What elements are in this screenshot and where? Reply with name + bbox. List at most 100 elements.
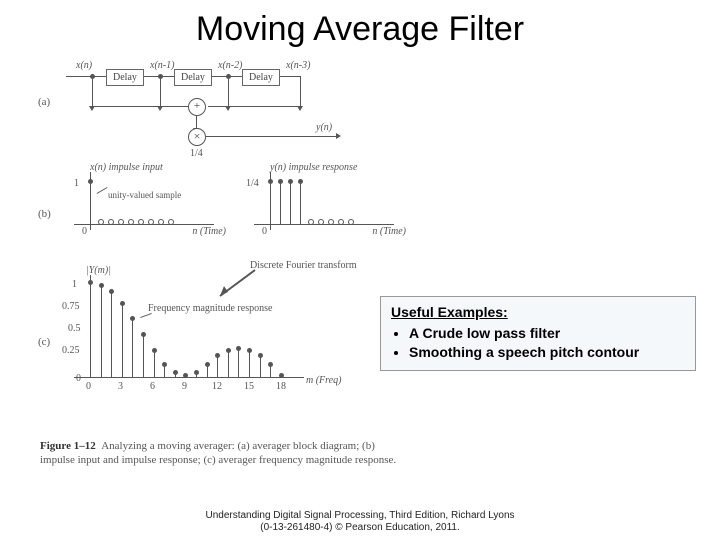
xtick-6: 6 [150,381,155,392]
useful-item-2: Smoothing a speech pitch contour [409,343,685,362]
delay-block-3: Delay [242,69,280,86]
tap1-label: x(n-1) [150,60,174,71]
freq-stem [164,365,165,377]
yout-title: y(n) impulse response [270,162,357,173]
tap2-label: x(n-2) [218,60,242,71]
xtick-18: 18 [276,381,286,392]
freq-stem [185,376,186,377]
freq-xaxis-label: m (Freq) [306,375,341,386]
stem-zero [350,222,351,224]
xtick-12: 12 [212,381,222,392]
ytick-0: 0 [76,373,81,384]
annotation-line [140,313,152,318]
xaxis-label: n (Time) [372,226,406,237]
xtick-9: 9 [182,381,187,392]
wire [206,136,336,137]
xtick-0: 0 [86,381,91,392]
wire [92,76,93,106]
wire [228,76,229,106]
delay-block-1: Delay [106,69,144,86]
stem [300,182,301,224]
wire [66,76,106,77]
delay-block-2: Delay [174,69,212,86]
freq-stem [132,319,133,377]
frequency-response-plot: |Y(m)| 1 0.75 0.5 0.25 0 0 3 6 9 12 15 1… [40,265,410,395]
footer-line-2: (0-13-261480-4) © Pearson Education, 201… [0,522,720,534]
tick-quarter: 1/4 [246,178,259,189]
block-diagram: x(n) x(n-1) x(n-2) x(n-3) Delay Delay De… [40,60,410,160]
footer: Understanding Digital Signal Processing,… [0,510,720,534]
freq-annotation: Frequency magnitude response [148,303,218,314]
useful-header: Useful Examples: [391,303,685,322]
xaxis-label: n (Time) [192,226,226,237]
freq-stem [270,365,271,377]
x-axis [254,224,394,225]
impulse-input-plot: x(n) impulse input 1 0 n (Time) unity-va… [60,164,220,244]
freq-stem [122,304,123,377]
x-axis [74,224,214,225]
useful-item-1: A Crude low pass filter [409,324,685,343]
freq-stem [101,286,102,377]
wire [280,76,300,77]
xtick-15: 15 [244,381,254,392]
freq-stem [154,351,155,377]
stem [290,182,291,224]
stem [280,182,281,224]
stem-zero [100,222,101,224]
factor-label: 1/4 [190,148,203,159]
stem-zero [130,222,131,224]
freq-stem [249,351,250,377]
freq-stem [238,349,239,377]
figure-caption: Figure 1–12 Analyzing a moving averager:… [40,440,400,468]
freq-stem [143,335,144,377]
stem [270,182,271,224]
figure-area: (a) x(n) x(n-1) x(n-2) x(n-3) Delay Dela… [40,60,410,395]
stem-zero [310,222,311,224]
freq-stem [217,356,218,377]
tick-0: 0 [262,226,267,237]
useful-list: A Crude low pass filter Smoothing a spee… [391,324,685,362]
xtick-3: 3 [118,381,123,392]
stem-zero [330,222,331,224]
freq-stem [111,292,112,377]
input-label: x(n) [76,60,92,71]
stem-zero [320,222,321,224]
x-axis [74,377,304,378]
annotation-line [97,187,108,194]
ytick-1: 1 [72,279,77,290]
ytick-05: 0.5 [68,323,81,334]
useful-examples-box: Useful Examples: A Crude low pass filter… [380,296,696,371]
impulse-response-plot: y(n) impulse response 1/4 0 n (Time) [240,164,400,244]
freq-stem [196,373,197,377]
tick-0: 0 [82,226,87,237]
freq-stem [175,373,176,377]
footer-line-1: Understanding Digital Signal Processing,… [0,510,720,522]
freq-stem [260,356,261,377]
wire [160,76,161,106]
freq-stem [228,351,229,377]
ytick-025: 0.25 [62,345,80,356]
figure-number: Figure 1–12 [40,440,96,452]
ytick-075: 0.75 [62,301,80,312]
tick-1: 1 [74,178,79,189]
stem-zero [120,222,121,224]
tap3-label: x(n-3) [286,60,310,71]
stem-zero [340,222,341,224]
xin-title: x(n) impulse input [90,162,163,173]
stem-zero [110,222,111,224]
stem [90,182,91,224]
freq-stem [281,376,282,377]
stem-zero [150,222,151,224]
stem-zero [140,222,141,224]
output-label: y(n) [316,122,332,133]
wire [300,76,301,106]
wire [208,106,300,107]
stem-zero [160,222,161,224]
unity-label: unity-valued sample [108,190,181,200]
multiplier: × [188,128,206,146]
freq-stem [207,365,208,377]
adder: + [188,98,206,116]
freq-stem [90,283,91,377]
page-title: Moving Average Filter [0,0,720,49]
stem-zero [170,222,171,224]
